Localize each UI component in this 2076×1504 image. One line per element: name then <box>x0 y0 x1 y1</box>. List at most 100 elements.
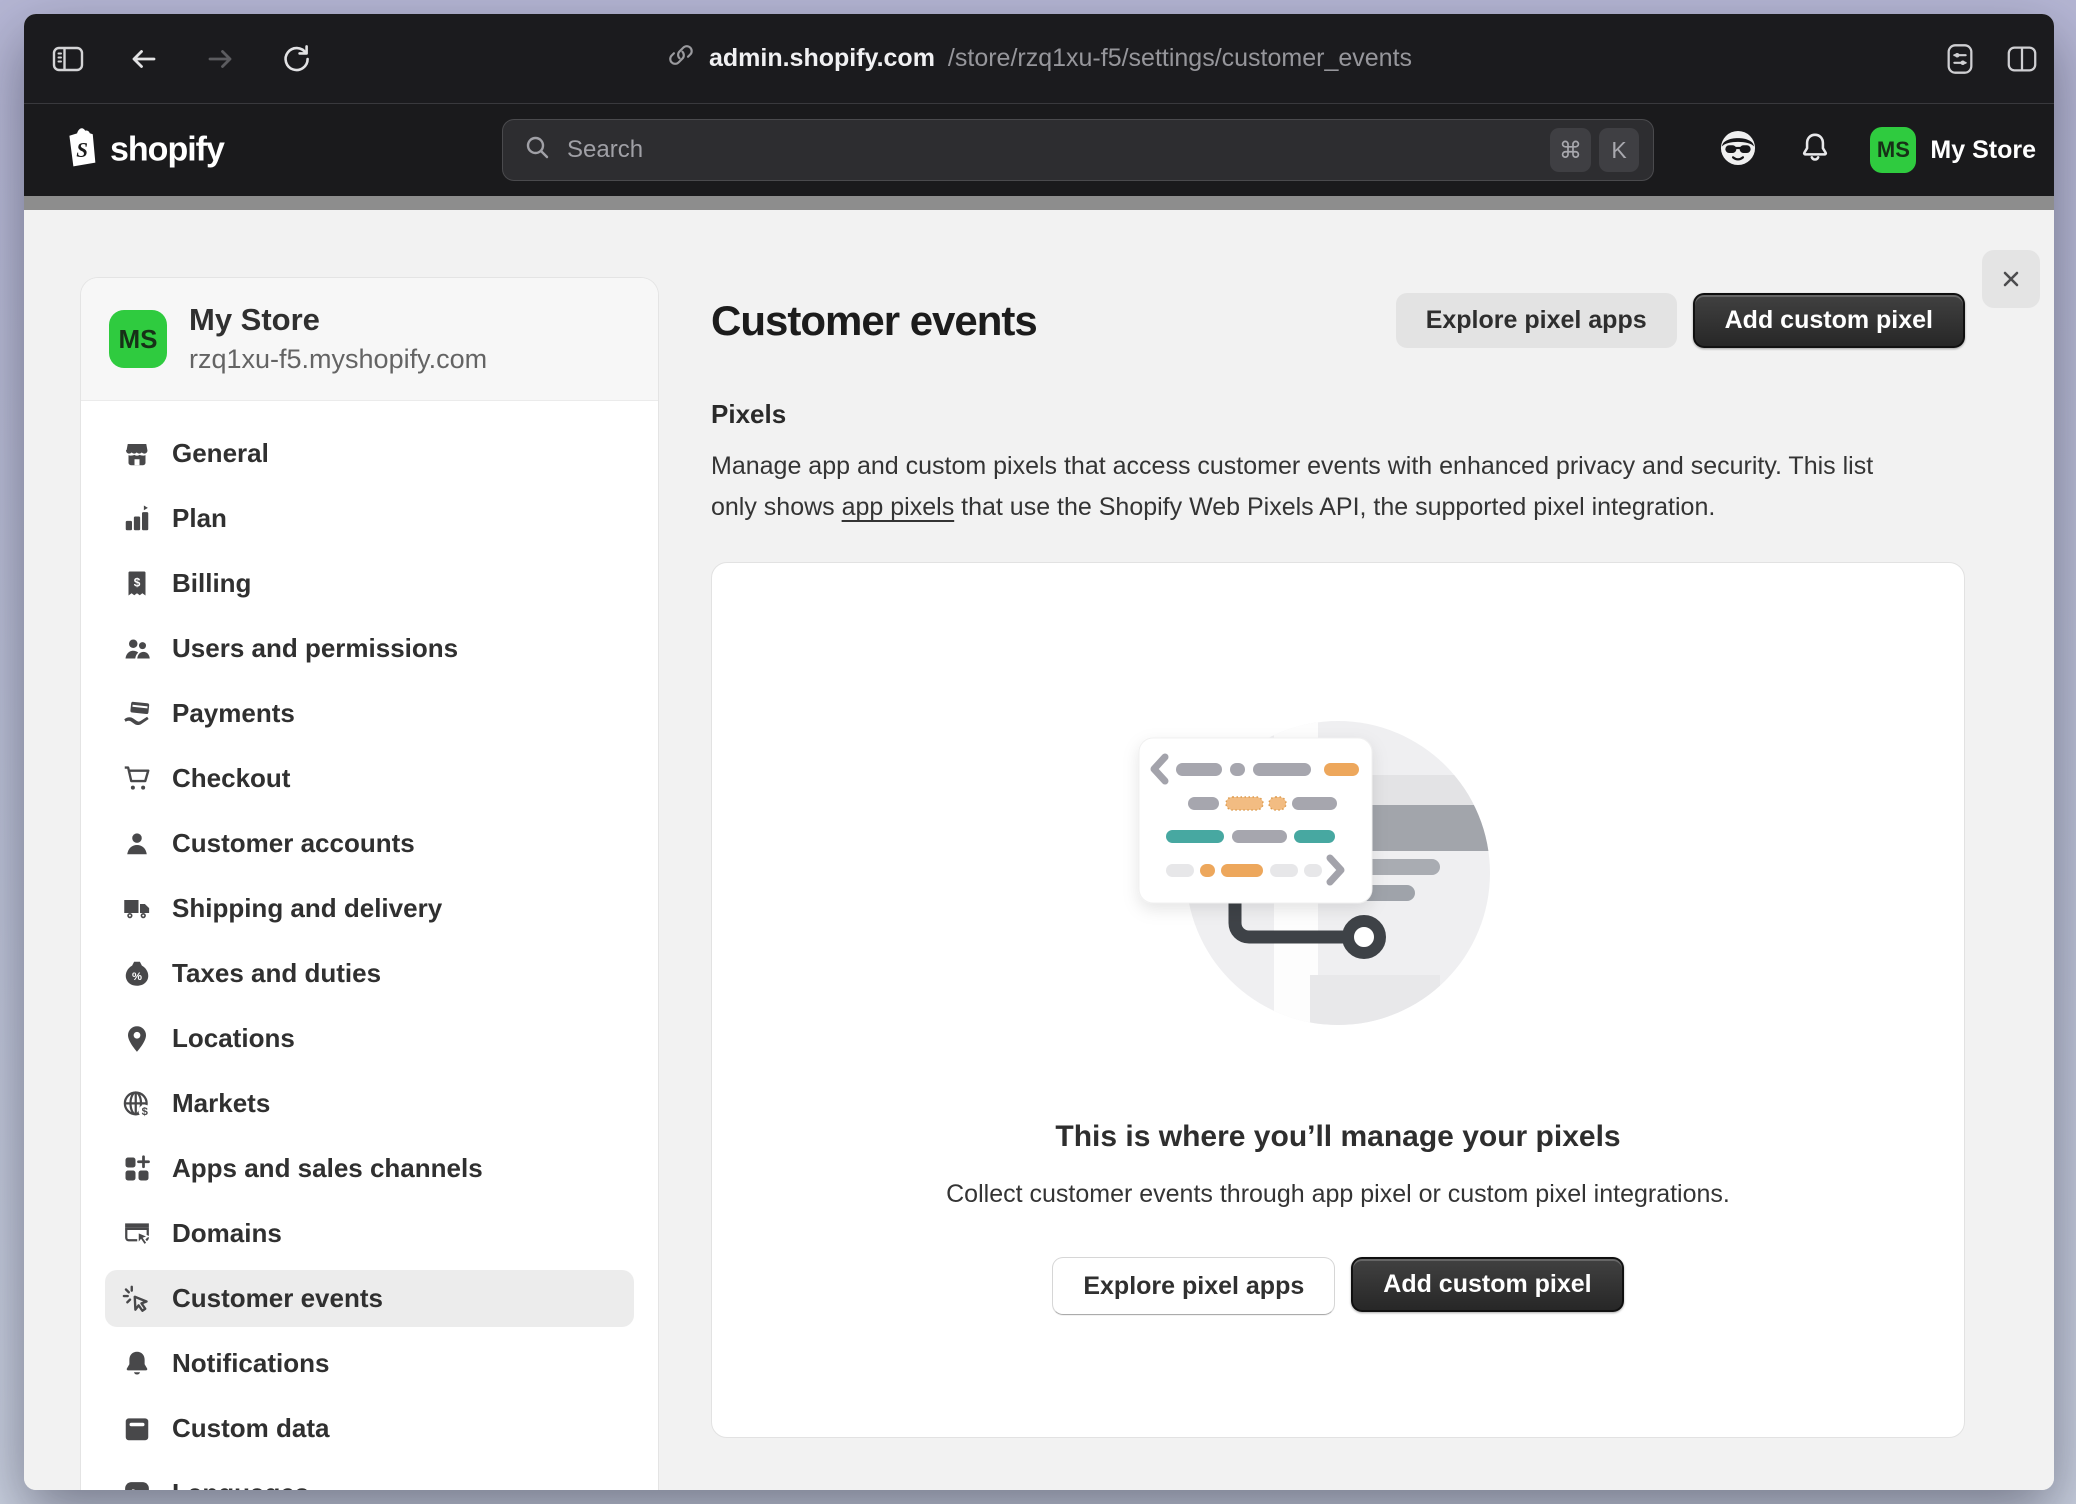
sidebar-item-users-and-permissions[interactable]: Users and permissions <box>105 620 634 677</box>
sidebar-item-label: Billing <box>172 568 251 599</box>
sidebar-item-customer-accounts[interactable]: Customer accounts <box>105 815 634 872</box>
sidebar-store-domain: rzq1xu-f5.myshopify.com <box>189 344 487 375</box>
sidebar-item-markets[interactable]: $ Markets <box>105 1075 634 1132</box>
shopify-logo[interactable]: S shopify <box>64 127 224 174</box>
settings-sidebar: MS My Store rzq1xu-f5.myshopify.com Gene… <box>80 277 659 1490</box>
sidebar-item-domains[interactable]: Domains <box>105 1205 634 1262</box>
sidebar-item-custom-data[interactable]: Custom data <box>105 1400 634 1457</box>
close-icon <box>1996 264 2026 294</box>
back-icon[interactable] <box>126 41 162 77</box>
sidebar-item-taxes-and-duties[interactable]: % Taxes and duties <box>105 945 634 1002</box>
billing-icon: $ <box>122 569 152 599</box>
sidebar-item-label: Custom data <box>172 1413 329 1444</box>
svg-text:A: A <box>128 1487 138 1491</box>
page-actions: Explore pixel apps Add custom pixel <box>1396 293 1965 348</box>
svg-text:$: $ <box>134 575 141 589</box>
payments-icon <box>122 699 152 729</box>
sidebar-item-checkout[interactable]: Checkout <box>105 750 634 807</box>
users-icon <box>122 634 152 664</box>
empty-add-custom-pixel-button[interactable]: Add custom pixel <box>1351 1257 1623 1312</box>
empty-explore-pixel-apps-button[interactable]: Explore pixel apps <box>1052 1257 1335 1315</box>
sidebar-item-label: Payments <box>172 698 295 729</box>
pixels-description: Manage app and custom pixels that access… <box>711 446 1911 528</box>
svg-text:S: S <box>76 138 88 162</box>
sidebar-store-name: My Store <box>189 303 487 337</box>
svg-text:$: $ <box>142 1105 149 1117</box>
domains-icon <box>122 1219 152 1249</box>
languages-icon: A★ <box>122 1479 152 1491</box>
description-text-2: that use the Shopify Web Pixels API, the… <box>954 493 1715 521</box>
settings-modal: MS My Store rzq1xu-f5.myshopify.com Gene… <box>24 210 2054 1490</box>
forward-icon[interactable] <box>202 41 238 77</box>
taxes-icon: % <box>122 959 152 989</box>
search-shortcut: ⌘ K <box>1550 128 1639 172</box>
sidebar-item-customer-events[interactable]: Customer events <box>105 1270 634 1327</box>
sidebar-store-avatar: MS <box>109 310 167 368</box>
sidebar-item-notifications[interactable]: Notifications <box>105 1335 634 1392</box>
apps-icon <box>122 1154 152 1184</box>
sidebar-item-label: Domains <box>172 1218 282 1249</box>
reload-icon[interactable] <box>278 41 314 77</box>
sidebar-item-label: Customer accounts <box>172 828 415 859</box>
app-pixels-link[interactable]: app pixels <box>842 493 955 521</box>
split-view-icon[interactable] <box>2004 41 2040 77</box>
browser-toolbar-right <box>1942 14 2040 103</box>
search-icon <box>523 133 553 168</box>
close-button[interactable] <box>1982 250 2040 308</box>
address-bar[interactable]: admin.shopify.com/store/rzq1xu-f5/settin… <box>666 14 1412 103</box>
sidekick-icon[interactable] <box>1716 126 1760 175</box>
locations-icon <box>122 1024 152 1054</box>
sidebar-item-label: General <box>172 438 269 469</box>
page-title: Customer events <box>711 297 1037 345</box>
add-custom-pixel-button[interactable]: Add custom pixel <box>1693 293 1965 348</box>
browser-nav-controls <box>24 41 314 77</box>
pixels-section-title: Pixels <box>711 399 1965 430</box>
store-menu[interactable]: MS My Store <box>1870 127 2036 173</box>
plan-icon <box>122 504 152 534</box>
markets-icon: $ <box>122 1089 152 1119</box>
sidebar-item-label: Checkout <box>172 763 290 794</box>
k-key: K <box>1599 128 1639 172</box>
explore-pixel-apps-button[interactable]: Explore pixel apps <box>1396 293 1677 348</box>
notifications-bell-icon[interactable] <box>1796 129 1834 172</box>
svg-text:%: % <box>132 970 142 982</box>
empty-state-subtext: Collect customer events through app pixe… <box>712 1180 1964 1209</box>
shipping-icon <box>122 894 152 924</box>
shopify-logo-text: shopify <box>110 131 224 170</box>
pixels-empty-card: This is where you’ll manage your pixels … <box>711 562 1965 1438</box>
sidebar-item-label: Locations <box>172 1023 295 1054</box>
search-input[interactable] <box>567 136 1550 164</box>
sidebar-item-general[interactable]: General <box>105 425 634 482</box>
reader-settings-icon[interactable] <box>1942 41 1978 77</box>
browser-window: admin.shopify.com/store/rzq1xu-f5/settin… <box>24 14 2054 1490</box>
notifications-icon <box>122 1349 152 1379</box>
browser-toolbar: admin.shopify.com/store/rzq1xu-f5/settin… <box>24 14 2054 104</box>
settings-nav: General Plan $ Billing Users and permiss… <box>81 401 658 1490</box>
sidebar-item-apps-and-sales-channels[interactable]: Apps and sales channels <box>105 1140 634 1197</box>
pixels-illustration <box>1038 713 1638 1113</box>
sidebar-item-label: Markets <box>172 1088 270 1119</box>
sidebar-item-billing[interactable]: $ Billing <box>105 555 634 612</box>
sidebar-item-label: Shipping and delivery <box>172 893 442 924</box>
sidebar-item-label: Languages <box>172 1478 309 1490</box>
empty-state-heading: This is where you’ll manage your pixels <box>712 1120 1964 1154</box>
sidebar-item-label: Taxes and duties <box>172 958 381 989</box>
sidebar-item-label: Notifications <box>172 1348 329 1379</box>
header-actions: MS My Store <box>1716 104 2036 196</box>
shopify-bag-icon: S <box>64 127 102 174</box>
sidebar-item-shipping-and-delivery[interactable]: Shipping and delivery <box>105 880 634 937</box>
sidebar-item-payments[interactable]: Payments <box>105 685 634 742</box>
sidebar-toggle-icon[interactable] <box>50 41 86 77</box>
url-path: /store/rzq1xu-f5/settings/customer_event… <box>948 44 1412 73</box>
sidebar-item-label: Plan <box>172 503 227 534</box>
sidebar-item-plan[interactable]: Plan <box>105 490 634 547</box>
sidebar-item-label: Customer events <box>172 1283 383 1314</box>
sidebar-item-languages[interactable]: A★ Languages <box>105 1465 634 1490</box>
global-search[interactable]: ⌘ K <box>502 119 1654 181</box>
cmd-key: ⌘ <box>1550 128 1591 172</box>
store-avatar: MS <box>1870 127 1916 173</box>
main-content: Customer events Explore pixel apps Add c… <box>711 292 1965 1438</box>
sidebar-store-card: MS My Store rzq1xu-f5.myshopify.com <box>81 278 658 401</box>
shopify-header: S shopify ⌘ K MS My Store <box>24 104 2054 196</box>
sidebar-item-locations[interactable]: Locations <box>105 1010 634 1067</box>
